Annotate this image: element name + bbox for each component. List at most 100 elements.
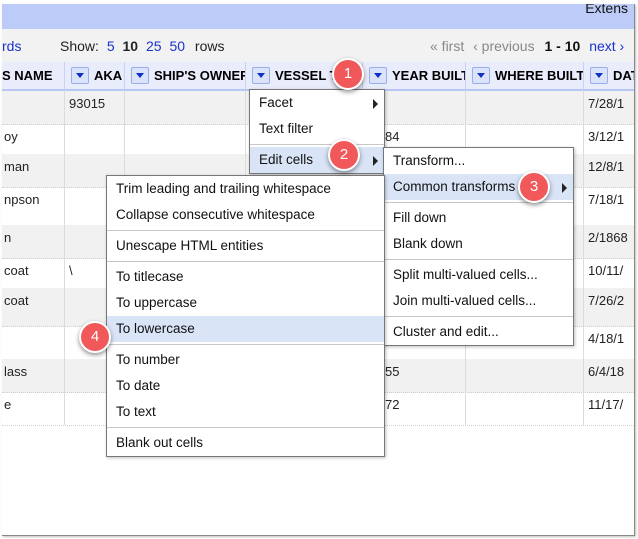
menu-item-fill-down[interactable]: Fill down xyxy=(384,205,573,231)
column-header-label: DAT xyxy=(613,68,634,83)
last-page-link[interactable]: l xyxy=(633,38,634,54)
menu-separator xyxy=(250,144,384,145)
menu-item-label: Cluster and edit... xyxy=(393,324,499,339)
menu-item-to-titlecase[interactable]: To titlecase xyxy=(107,264,384,290)
table-cell-name[interactable]: coat xyxy=(2,258,65,288)
page-size-5[interactable]: 5 xyxy=(107,38,115,54)
show-label: Show: xyxy=(60,38,99,54)
page-size-10-selected: 10 xyxy=(122,38,139,54)
menu-item-split-multi-valued-cells[interactable]: Split multi-valued cells... xyxy=(384,262,573,288)
table-cell-date[interactable]: 12/8/1 xyxy=(584,154,634,187)
column-dropdown-icon[interactable] xyxy=(252,67,270,85)
menu-item-label: To uppercase xyxy=(116,295,198,310)
extensions-link[interactable]: Extens xyxy=(585,4,628,16)
column-header-year-built[interactable]: YEAR BUILT xyxy=(363,62,466,91)
menu-item-label: Trim leading and trailing whitespace xyxy=(116,181,331,196)
table-cell-name[interactable]: coat xyxy=(2,288,65,326)
column-header-label: S NAME xyxy=(2,68,53,83)
table-cell-aka[interactable]: 93015 xyxy=(65,91,125,124)
column-header-label: YEAR BUILT xyxy=(392,68,466,83)
table-cell-owner[interactable] xyxy=(125,124,246,154)
menu-item-transform[interactable]: Transform... xyxy=(384,148,573,174)
column-dropdown-icon[interactable] xyxy=(71,67,89,85)
menu-item-text-filter[interactable]: Text filter xyxy=(250,116,384,142)
rows-label: rows xyxy=(194,38,225,54)
menu-item-label: Split multi-valued cells... xyxy=(393,267,538,282)
callout-badge-3: 3 xyxy=(518,171,550,203)
column-dropdown-icon[interactable] xyxy=(369,67,387,85)
menu-item-to-date[interactable]: To date xyxy=(107,373,384,399)
column-header-label: SHIP'S OWNER xyxy=(154,68,246,83)
menu-item-to-number[interactable]: To number xyxy=(107,347,384,373)
menu-separator xyxy=(107,427,384,428)
next-page-link[interactable]: next › xyxy=(589,38,624,54)
table-cell-aka[interactable] xyxy=(65,124,125,154)
table-cell-date[interactable]: 7/18/1 xyxy=(584,187,634,225)
menu-separator xyxy=(384,316,573,317)
table-cell-date[interactable]: 11/17/ xyxy=(584,392,634,425)
table-cell-name[interactable]: lass xyxy=(2,359,65,392)
table-cell-name[interactable]: npson xyxy=(2,187,65,225)
callout-badge-2: 2 xyxy=(328,139,360,171)
table-cell-date[interactable]: 10/11/ xyxy=(584,258,634,288)
common-transforms-submenu: Trim leading and trailing whitespace Col… xyxy=(106,175,385,457)
menu-item-to-text[interactable]: To text xyxy=(107,399,384,425)
column-header-label: AKA xyxy=(94,68,123,83)
menu-item-to-lowercase[interactable]: To lowercase xyxy=(107,316,384,342)
table-cell-where[interactable] xyxy=(466,359,584,392)
table-cell-date[interactable]: 4/18/1 xyxy=(584,326,634,359)
table-cell-date[interactable]: 6/4/18 xyxy=(584,359,634,392)
menu-item-label: Blank out cells xyxy=(116,435,204,450)
pager-bar: rds Show: 5 10 25 50 rows « first ‹ prev… xyxy=(2,29,634,62)
table-cell-name[interactable]: oy xyxy=(2,124,65,154)
table-cell-where[interactable] xyxy=(466,392,584,425)
table-cell-name[interactable]: n xyxy=(2,225,65,258)
menu-item-label: Fill down xyxy=(393,210,447,225)
menu-item-facet[interactable]: Facet xyxy=(250,90,384,116)
records-link[interactable]: rds xyxy=(2,38,21,54)
menu-item-to-uppercase[interactable]: To uppercase xyxy=(107,290,384,316)
menu-item-label: To lowercase xyxy=(116,321,195,336)
column-header-where-built[interactable]: WHERE BUILT xyxy=(466,62,584,91)
column-header-aka[interactable]: AKA xyxy=(65,62,125,91)
table-cell-date[interactable]: 7/28/1 xyxy=(584,91,634,124)
table-cell-where[interactable] xyxy=(466,91,584,124)
page-range: 1 - 10 xyxy=(544,38,581,54)
menu-item-collapse-whitespace[interactable]: Collapse consecutive whitespace xyxy=(107,202,384,228)
page-size-50[interactable]: 50 xyxy=(169,38,185,54)
menu-item-trim-whitespace[interactable]: Trim leading and trailing whitespace xyxy=(107,176,384,202)
column-dropdown-icon[interactable] xyxy=(590,67,608,85)
menu-item-cluster-and-edit[interactable]: Cluster and edit... xyxy=(384,319,573,345)
menu-item-label: Facet xyxy=(259,95,293,110)
column-header-ships-owner[interactable]: SHIP'S OWNER xyxy=(125,62,246,91)
table-cell-name[interactable] xyxy=(2,91,65,124)
column-header-ships-name[interactable]: S NAME xyxy=(2,62,65,91)
menu-item-label: Text filter xyxy=(259,121,314,136)
menu-item-label: Collapse consecutive whitespace xyxy=(116,207,315,222)
submenu-arrow-icon xyxy=(373,156,378,166)
table-cell-date[interactable]: 3/12/1 xyxy=(584,124,634,154)
menu-item-join-multi-valued-cells[interactable]: Join multi-valued cells... xyxy=(384,288,573,314)
page-size-25[interactable]: 25 xyxy=(146,38,162,54)
menu-item-blank-down[interactable]: Blank down xyxy=(384,231,573,257)
menu-separator xyxy=(107,230,384,231)
menu-item-unescape-html[interactable]: Unescape HTML entities xyxy=(107,233,384,259)
column-header-date[interactable]: DAT xyxy=(584,62,634,91)
menu-item-label: Blank down xyxy=(393,236,463,251)
table-cell-name[interactable]: e xyxy=(2,392,65,425)
page-size-selector: Show: 5 10 25 50 rows xyxy=(60,38,224,54)
column-dropdown-icon[interactable] xyxy=(472,67,490,85)
menu-item-label: To number xyxy=(116,352,180,367)
table-cell-date[interactable]: 7/26/2 xyxy=(584,288,634,326)
column-dropdown-icon[interactable] xyxy=(131,67,149,85)
table-cell-owner[interactable] xyxy=(125,91,246,124)
menu-item-label: Edit cells xyxy=(259,152,314,167)
callout-badge-1: 1 xyxy=(332,58,364,90)
menu-separator xyxy=(107,344,384,345)
table-cell-name[interactable] xyxy=(2,326,65,359)
menu-item-edit-cells[interactable]: Edit cells xyxy=(250,147,384,173)
menu-item-blank-out-cells[interactable]: Blank out cells xyxy=(107,430,384,456)
menu-item-label: To date xyxy=(116,378,161,393)
table-cell-name[interactable]: man xyxy=(2,154,65,187)
table-cell-date[interactable]: 2/1868 xyxy=(584,225,634,258)
